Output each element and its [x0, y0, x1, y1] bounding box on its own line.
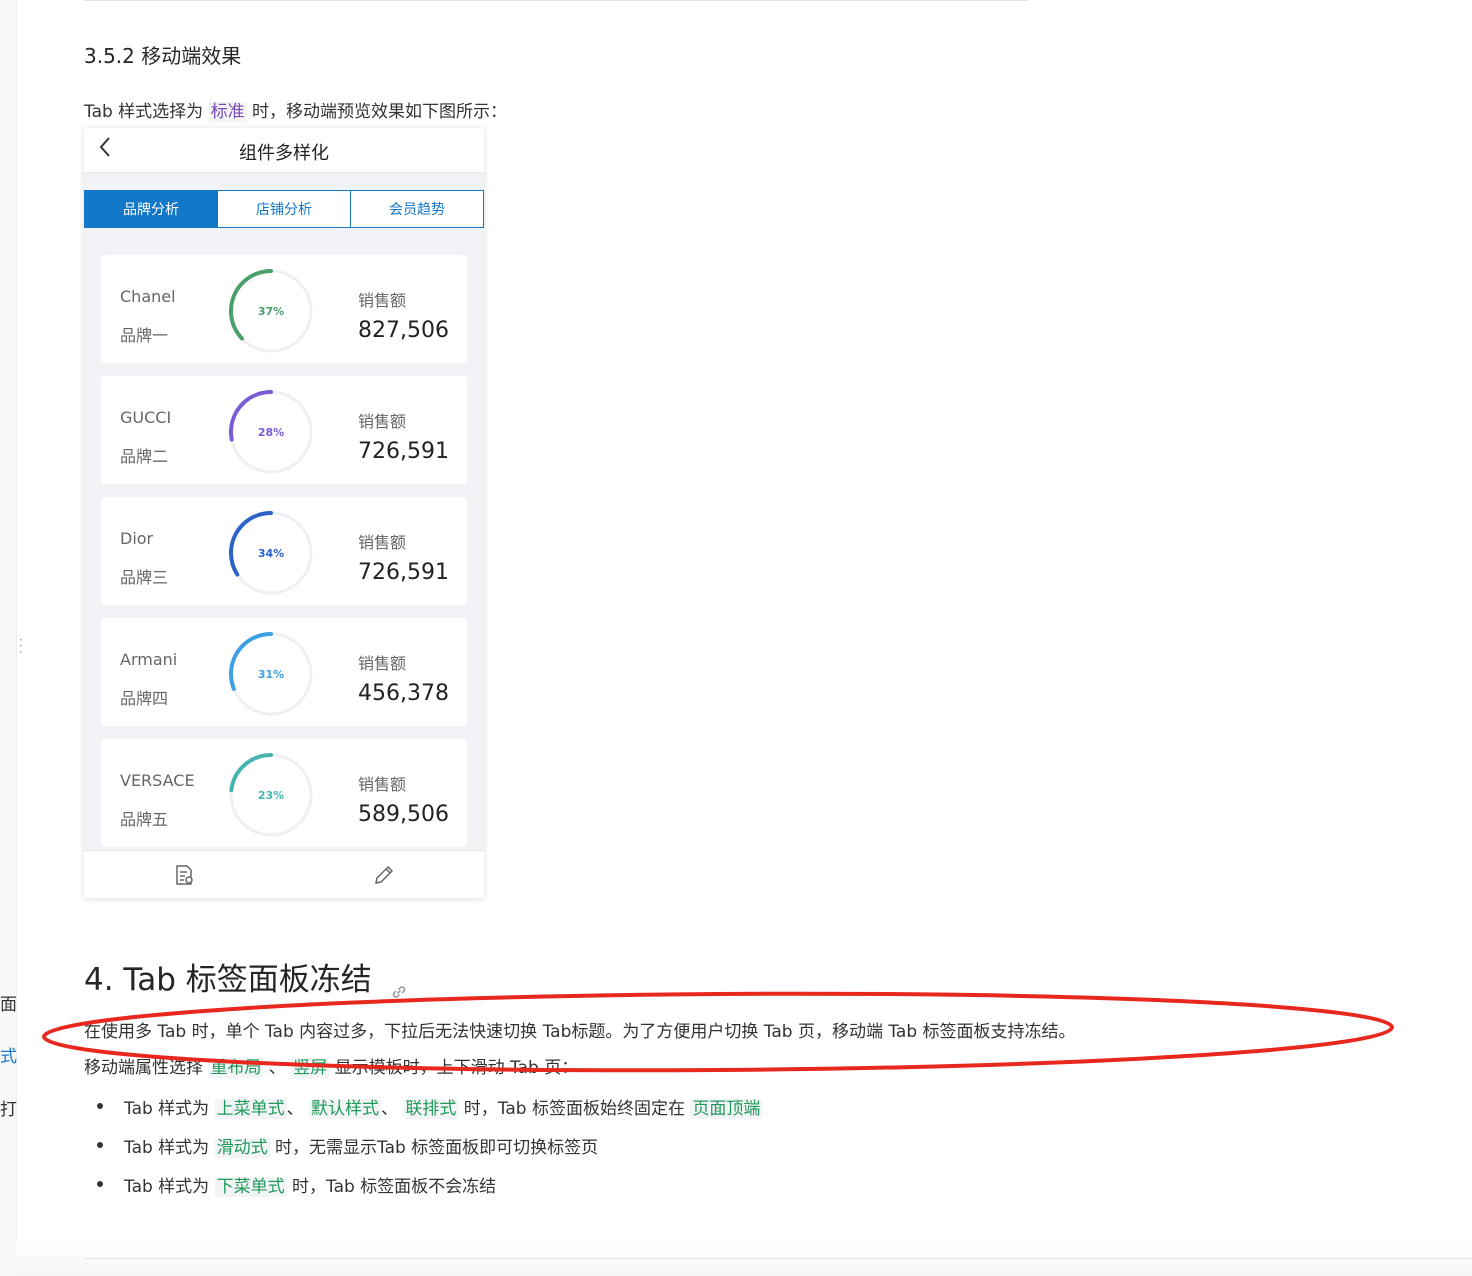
inline-tag: 滑动式	[214, 1138, 270, 1158]
sales-label: 销售额	[358, 412, 407, 431]
left-text-fragment: 打	[0, 1100, 17, 1120]
brand-name-cn: 品牌二	[120, 447, 169, 466]
brand-name-en: VERSACE	[120, 771, 195, 790]
percent-label: 37%	[257, 304, 285, 318]
inline-tag: 竖屏	[291, 1058, 330, 1078]
edit-icon[interactable]	[372, 863, 396, 887]
percent-label: 31%	[257, 667, 285, 681]
list-text: 时，Tab 标签面板始终固定在	[458, 1099, 691, 1119]
section-title-text: 4. Tab 标签面板冻结	[84, 962, 372, 998]
list-text: 、	[286, 1099, 309, 1119]
inline-tag: 标准	[208, 102, 247, 122]
tab-bar: 品牌分析 店铺分析 会员趋势	[84, 190, 484, 228]
brand-name-cn: 品牌五	[120, 810, 169, 829]
tab-store-analysis[interactable]: 店铺分析	[218, 191, 351, 227]
bullet	[97, 1142, 103, 1148]
list-text: 、	[381, 1099, 404, 1119]
inline-tag: 页面顶端	[690, 1099, 763, 1119]
tab-member-trend[interactable]: 会员趋势	[351, 191, 483, 227]
divider	[84, 1258, 1472, 1259]
anchor-link-icon[interactable]	[390, 973, 408, 998]
brand-name-cn: 品牌四	[120, 689, 169, 708]
paragraph-freeze-intro: 在使用多 Tab 时，单个 Tab 内容过多，下拉后无法快速切换 Tab标题。为…	[84, 1022, 1076, 1042]
list-text: Tab 样式为	[124, 1138, 215, 1158]
section-heading-352: 3.5.2 移动端效果	[84, 44, 242, 68]
mobile-preview-screenshot: 组件多样化 品牌分析 店铺分析 会员趋势 Chanel 品牌一 37% 销售额 827,…	[84, 128, 484, 898]
inline-tag: 重布局	[208, 1058, 264, 1078]
sales-label: 销售额	[358, 533, 407, 552]
intro-text: 时，移动端预览效果如下图所示：	[246, 102, 507, 122]
brand-name-en: Armani	[120, 650, 178, 669]
sales-value: 726,591	[358, 439, 449, 464]
list-text: 时，Tab 标签面板不会冻结	[286, 1177, 497, 1197]
phone-header: 组件多样化	[84, 128, 484, 173]
section-heading-4: 4. Tab 标签面板冻结	[84, 954, 408, 999]
paragraph-mobile-properties: 移动端属性选择 重布局 、 竖屏 显示模板时，上下滑动 Tab 页：	[84, 1053, 578, 1078]
para-text: 显示模板时，上下滑动 Tab 页：	[329, 1058, 579, 1078]
sales-value: 456,378	[358, 681, 449, 706]
brand-card: GUCCI 品牌二 28% 销售额 726,591	[101, 376, 467, 484]
sales-value: 827,506	[358, 318, 449, 343]
brand-card: Chanel 品牌一 37% 销售额 827,506	[101, 255, 467, 363]
percent-label: 28%	[257, 425, 285, 439]
para-text: 、	[263, 1058, 292, 1078]
brand-card: Armani 品牌四 31% 销售额 456,378	[101, 618, 467, 726]
tab-brand-analysis[interactable]: 品牌分析	[85, 191, 218, 227]
tab-style-list: Tab 样式为 上菜单式、 默认样式、 联排式 时，Tab 标签面板始终固定在 …	[94, 1094, 763, 1211]
percent-label: 34%	[257, 546, 285, 560]
report-icon[interactable]	[172, 863, 196, 887]
divider	[84, 0, 1028, 1]
inline-tag: 上菜单式	[214, 1099, 287, 1119]
left-link-fragment[interactable]: 式	[0, 1042, 17, 1067]
left-sidebar-edge	[0, 0, 17, 1276]
brand-name-en: Dior	[120, 529, 154, 548]
inline-tag: 默认样式	[309, 1099, 381, 1119]
inline-tag: 下菜单式	[214, 1177, 287, 1197]
sales-value: 726,591	[358, 560, 449, 585]
intro-text: Tab 样式选择为	[84, 102, 209, 122]
sales-label: 销售额	[358, 654, 407, 673]
list-text: Tab 样式为	[124, 1099, 215, 1119]
brand-name-en: GUCCI	[120, 408, 172, 427]
left-text-fragment: 面	[0, 995, 17, 1015]
inline-tag: 联排式	[403, 1099, 459, 1119]
resize-handle-icon[interactable]: · · ·	[19, 634, 23, 658]
para-text: 移动端属性选择	[84, 1058, 209, 1078]
bullet	[97, 1181, 103, 1187]
percent-label: 23%	[257, 788, 285, 802]
list-text: 时，无需显示Tab 标签面板即可切换标签页	[269, 1138, 599, 1158]
brand-card: Dior 品牌三 34% 销售额 726,591	[101, 497, 467, 605]
brand-card: VERSACE 品牌五 23% 销售额 589,506	[101, 739, 467, 847]
brand-name-en: Chanel	[120, 287, 176, 306]
list-text: Tab 样式为	[124, 1177, 215, 1197]
phone-title: 组件多样化	[239, 143, 329, 164]
sales-value: 589,506	[358, 802, 449, 827]
brand-name-cn: 品牌一	[120, 326, 169, 345]
brand-name-cn: 品牌三	[120, 568, 169, 587]
intro-paragraph: Tab 样式选择为 标准 时，移动端预览效果如下图所示：	[84, 97, 507, 122]
list-item: Tab 样式为 滑动式 时，无需显示Tab 标签面板即可切换标签页	[94, 1133, 762, 1172]
bullet	[97, 1103, 103, 1109]
list-item: Tab 样式为 上菜单式、 默认样式、 联排式 时，Tab 标签面板始终固定在 …	[94, 1094, 763, 1133]
sales-label: 销售额	[358, 291, 407, 310]
sales-label: 销售额	[358, 775, 407, 794]
phone-footer	[84, 850, 484, 898]
list-item: Tab 样式为 下菜单式 时，Tab 标签面板不会冻结	[94, 1172, 762, 1211]
